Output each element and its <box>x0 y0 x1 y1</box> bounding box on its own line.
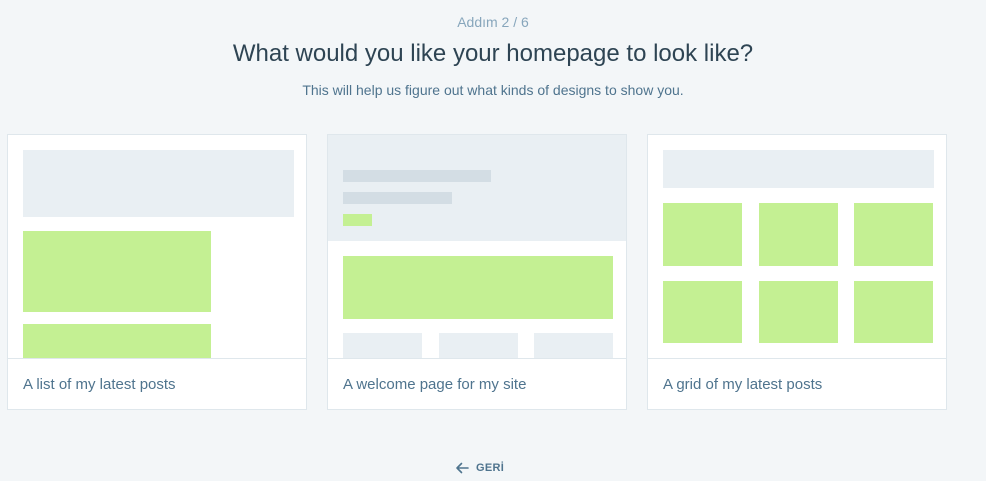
option-latest-posts-grid[interactable]: A grid of my latest posts <box>647 134 947 410</box>
preview-post-block <box>23 231 211 312</box>
preview-column-block <box>534 333 613 358</box>
step-indicator: Addım 2 / 6 <box>457 14 529 30</box>
preview-grid-tile <box>759 281 838 343</box>
option-latest-posts-list[interactable]: A list of my latest posts <box>7 134 307 410</box>
preview-header-block <box>23 150 294 217</box>
back-button[interactable]: GERİ <box>455 459 504 477</box>
preview-grid-tile <box>663 281 742 343</box>
preview-text-line <box>343 170 491 182</box>
preview-hero-block <box>328 135 626 241</box>
preview-column-block <box>343 333 422 358</box>
option-label: A grid of my latest posts <box>648 358 946 409</box>
preview-welcome-page <box>328 135 626 358</box>
preview-post-block <box>23 324 211 358</box>
preview-grid-tile <box>759 203 838 266</box>
page-title: What would you like your homepage to loo… <box>232 40 754 67</box>
option-label: A welcome page for my site <box>328 358 626 409</box>
preview-latest-posts-grid <box>648 135 946 358</box>
back-button-label: GERİ <box>476 462 505 474</box>
preview-text-line <box>343 192 452 204</box>
preview-latest-posts-list <box>8 135 306 358</box>
page-subtitle: This will help us figure out what kinds … <box>302 82 684 98</box>
option-label: A list of my latest posts <box>8 358 306 409</box>
preview-column-block <box>439 333 518 358</box>
preview-grid-tile <box>663 203 742 266</box>
preview-feature-block <box>343 256 613 319</box>
preview-header-block <box>663 150 934 188</box>
arrow-left-icon <box>455 462 469 474</box>
preview-grid-tile <box>854 281 933 343</box>
preview-grid-tile <box>854 203 933 266</box>
option-welcome-page[interactable]: A welcome page for my site <box>327 134 627 410</box>
preview-button-block <box>343 214 372 226</box>
